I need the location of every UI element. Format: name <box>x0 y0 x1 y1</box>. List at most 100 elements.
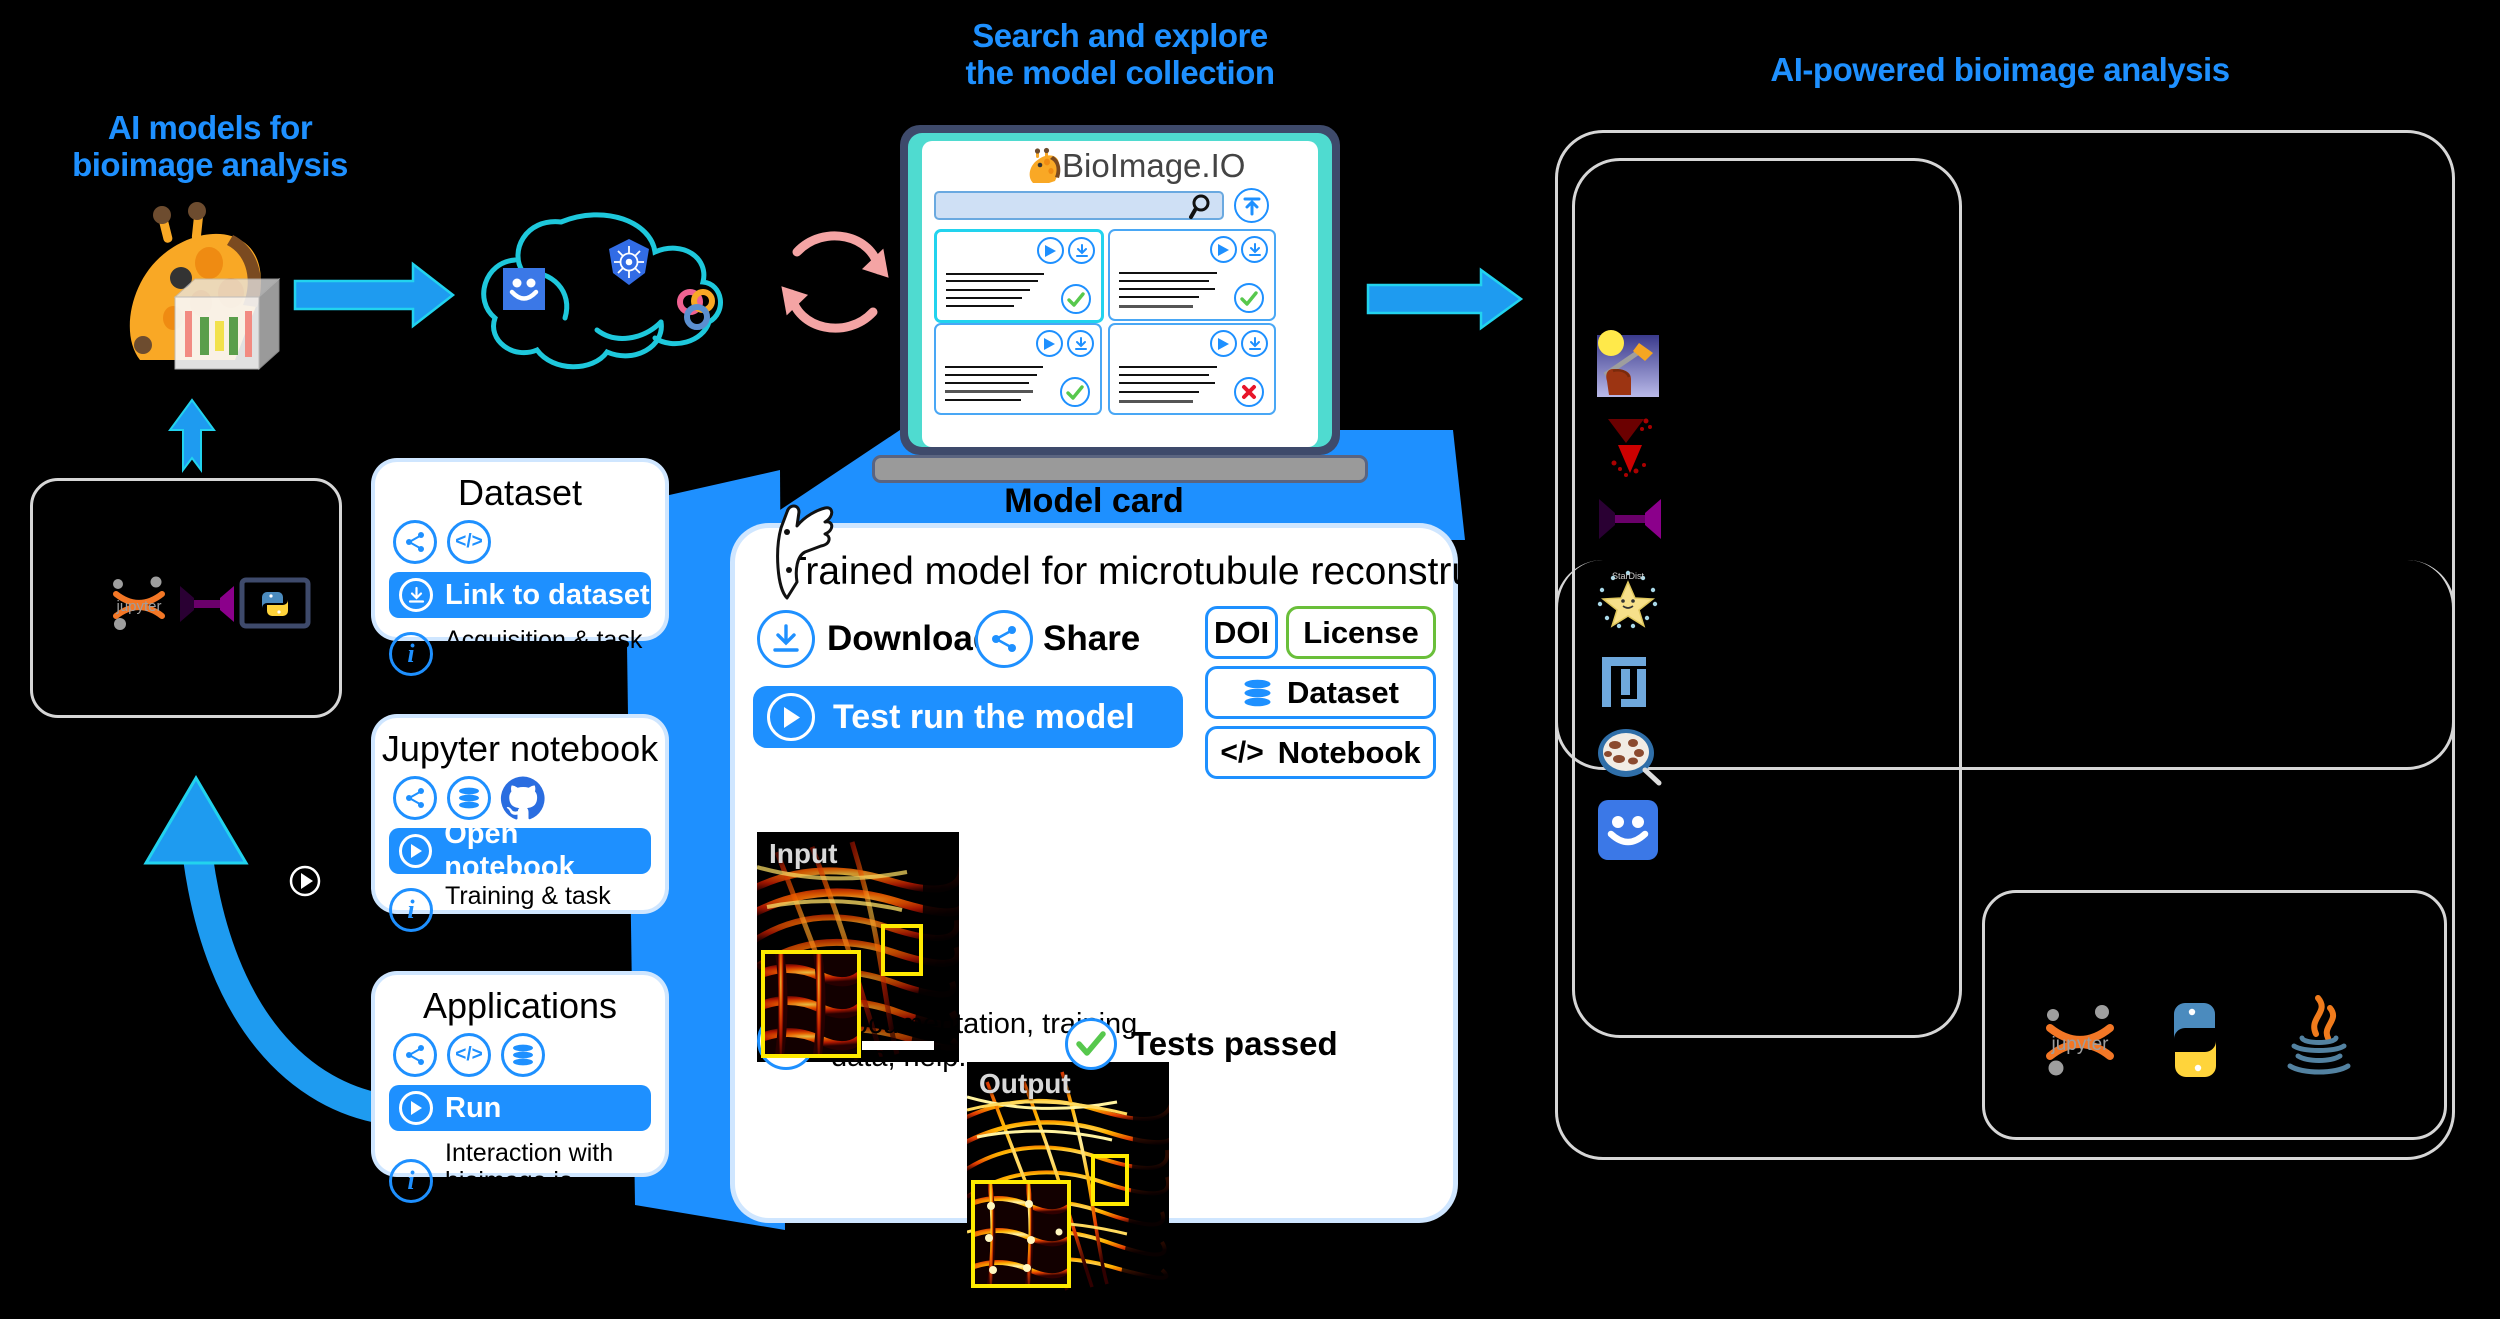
side-card-info-line2: description, help <box>445 654 628 682</box>
side-card-title: Applications <box>422 985 618 1026</box>
model-card[interactable]: Trained model for microtubule reconstruc… <box>735 528 1556 1292</box>
play-icon[interactable] <box>1036 330 1063 357</box>
pointing-hand-icon <box>765 470 835 600</box>
side-card-icon-row: </> <box>375 514 665 568</box>
code-icon[interactable]: </> <box>447 520 491 564</box>
side-card-cta-label: Link to dataset <box>445 578 650 611</box>
model-result-card[interactable] <box>1108 323 1276 415</box>
tests-passed-label: Tests passed <box>1131 1025 1338 1062</box>
play-circle-icon[interactable] <box>288 864 322 898</box>
cross-circle-icon <box>1234 377 1264 407</box>
deepimagej-logo <box>1597 495 1663 543</box>
license-button[interactable]: License <box>1286 606 1436 659</box>
share-action[interactable]: Share <box>975 610 1140 668</box>
laptop-base <box>872 455 1368 483</box>
doi-label: DOI <box>1213 614 1270 650</box>
side-card-info-line2: description, help <box>445 910 628 938</box>
share-icon[interactable] <box>393 776 437 820</box>
download-icon[interactable] <box>1067 330 1094 357</box>
side-card-info-text: Training & task description, help <box>445 882 627 938</box>
curved-up-arrow-icon <box>100 718 400 1125</box>
hypha-bioengine-icon <box>673 286 721 334</box>
ilastik-logo <box>1600 415 1660 477</box>
page-title-right: AI-powered bioimage analysis <box>1550 51 2450 89</box>
page-title-left: AI models for bioimage analysis <box>10 109 410 184</box>
database-icon[interactable] <box>447 776 491 820</box>
notebook-button[interactable]: </> Notebook <box>1205 726 1436 779</box>
svg-text:jupyter: jupyter <box>2050 1034 2109 1055</box>
fiji-imagej-logo <box>1597 330 1659 397</box>
side-card-info-line1: Training & task <box>445 882 611 910</box>
dataset-label: Dataset <box>1287 674 1399 710</box>
scale-bar <box>862 1041 934 1050</box>
input-label: Input <box>769 838 838 869</box>
cloud-infrastructure-graphic <box>465 200 795 390</box>
circular-sync-arrows-icon <box>775 222 895 342</box>
svg-text:jupyter: jupyter <box>115 598 161 615</box>
info-icon[interactable]: i <box>389 888 433 932</box>
search-icon[interactable] <box>1189 193 1216 219</box>
right-arrow-to-analysis-icon <box>1366 267 1524 331</box>
side-card-jupyter-notebook[interactable]: Jupyter notebook Open notebook i Trainin… <box>375 718 665 938</box>
kubernetes-icon <box>605 238 653 286</box>
side-card-dataset[interactable]: Dataset </> Link to dataset i Acquisitio… <box>375 462 665 682</box>
share-icon[interactable] <box>393 1033 437 1077</box>
code-icon: </> <box>1220 735 1264 769</box>
site-title: BioImage.IO <box>1062 147 1246 184</box>
share-icon[interactable] <box>393 520 437 564</box>
model-card-title: Trained model for microtubule reconstruc… <box>783 550 1556 593</box>
jupyter-logo: jupyter <box>108 572 170 634</box>
download-icon[interactable] <box>1241 330 1268 357</box>
dataset-button[interactable]: Dataset <box>1205 666 1436 719</box>
download-icon[interactable] <box>757 610 815 668</box>
notebook-label: Notebook <box>1277 734 1421 770</box>
python-logo <box>2150 995 2240 1085</box>
check-circle-icon <box>1061 284 1091 314</box>
play-icon[interactable] <box>1210 236 1237 263</box>
side-card-info-line1: Interaction with <box>445 1139 614 1167</box>
code-icon[interactable]: </> <box>447 1033 491 1077</box>
run-button[interactable]: Run <box>389 1085 651 1131</box>
output-roi-box <box>1091 1154 1129 1206</box>
database-icon[interactable] <box>501 1033 545 1077</box>
play-icon[interactable] <box>1210 330 1237 357</box>
info-icon[interactable]: i <box>389 1159 433 1203</box>
model-cube-icon <box>167 269 287 379</box>
model-result-card[interactable] <box>934 229 1104 323</box>
output-image-preview: Output <box>967 1062 1169 1292</box>
side-card-applications[interactable]: Applications </> Run i Interaction with … <box>375 975 665 1223</box>
side-card-info-line2: bioimage.io content <box>445 1167 573 1223</box>
search-input[interactable] <box>934 191 1224 220</box>
download-label: Download <box>827 619 995 658</box>
page-title-right-text: AI-powered bioimage analysis <box>1770 51 2230 88</box>
info-icon[interactable]: i <box>389 632 433 676</box>
license-label: License <box>1303 614 1419 650</box>
check-circle-icon <box>1065 1018 1117 1070</box>
side-card-icon-row: </> <box>375 1027 665 1081</box>
imjoy-grid-logo <box>1600 655 1660 713</box>
stardist-logo: StarDist <box>1595 570 1661 632</box>
upload-model-button[interactable] <box>1234 188 1269 223</box>
download-action[interactable]: Download <box>757 610 994 668</box>
output-label: Output <box>979 1068 1071 1099</box>
play-icon <box>767 693 815 741</box>
share-icon[interactable] <box>975 610 1033 668</box>
tests-status: Tests passed <box>1065 1018 1338 1070</box>
check-circle-icon <box>1060 377 1090 407</box>
download-icon[interactable] <box>1241 236 1268 263</box>
download-icon[interactable] <box>1068 237 1095 264</box>
model-result-card[interactable] <box>934 323 1102 415</box>
side-card-cta-label: Run <box>445 1091 502 1124</box>
page-title-center-line2: the model collection <box>965 53 1275 91</box>
play-icon[interactable] <box>1037 237 1064 264</box>
svg-text:StarDist: StarDist <box>1612 571 1645 581</box>
doi-button[interactable]: DOI <box>1205 606 1278 659</box>
model-result-card[interactable] <box>1108 229 1276 321</box>
python-laptop-logo <box>239 577 311 632</box>
imjoy-smiley-icon <box>503 268 545 310</box>
open-notebook-button[interactable]: Open notebook <box>389 818 651 883</box>
github-icon[interactable] <box>500 776 545 820</box>
deepimagej-logo <box>178 582 236 626</box>
link-to-dataset-button[interactable]: Link to dataset <box>389 572 651 618</box>
test-run-model-button[interactable]: Test run the model <box>753 686 1183 748</box>
